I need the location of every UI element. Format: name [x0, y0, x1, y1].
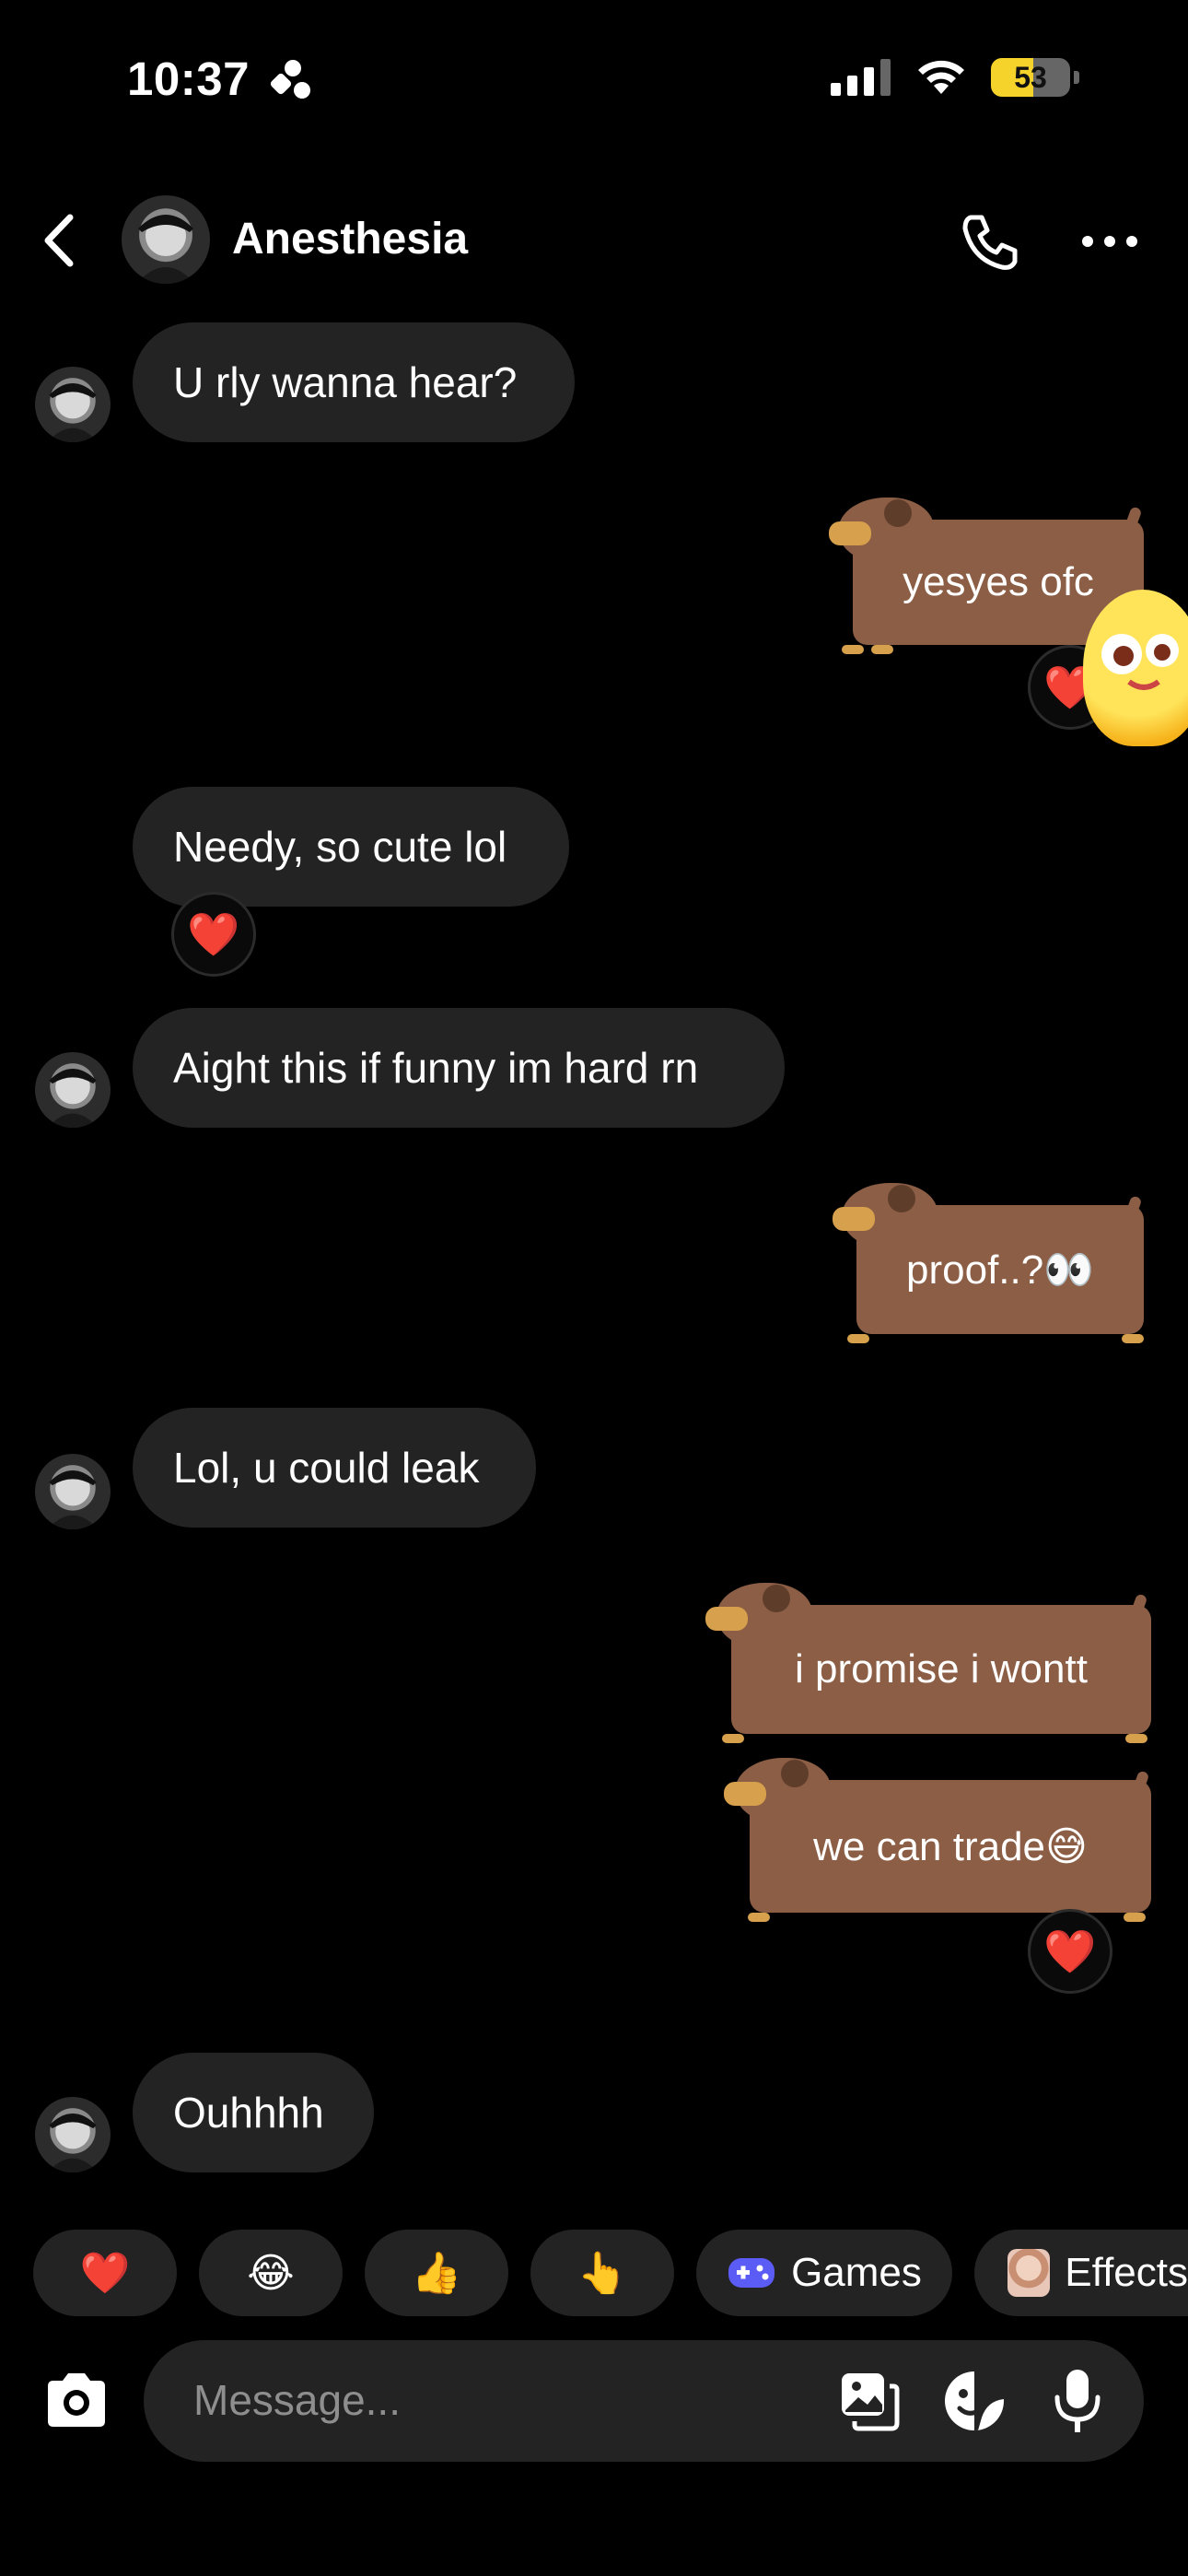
contact-name[interactable]: Anesthesia — [232, 214, 468, 264]
dog-paw — [871, 645, 893, 654]
dog-ear — [884, 499, 912, 527]
message-bubble-incoming[interactable]: Ouhhhh — [133, 2053, 374, 2172]
dog-paw — [1122, 1334, 1144, 1343]
contact-avatar[interactable] — [35, 367, 111, 442]
microphone-icon — [1054, 2370, 1101, 2432]
thumbs-up-emoji: 👍 — [411, 2251, 462, 2296]
dog-paw — [1125, 1734, 1147, 1743]
quick-reaction-thumbs-up[interactable]: 👍 — [365, 2230, 508, 2316]
message-input[interactable]: Message... — [144, 2340, 1144, 2462]
call-button[interactable] — [958, 210, 1022, 275]
laugh-emoji: 😂 — [247, 2250, 295, 2296]
message-bubble-outgoing[interactable]: we can trade😅 — [724, 1758, 1157, 1924]
dog-snout — [829, 521, 871, 545]
effects-button[interactable]: Effects — [974, 2230, 1188, 2316]
more-icon — [1082, 236, 1137, 247]
dog-snout — [833, 1207, 875, 1231]
quick-reaction-heart[interactable]: ❤️ — [33, 2230, 177, 2316]
chevron-left-icon — [44, 214, 74, 267]
quick-reaction-point[interactable]: 👆 — [530, 2230, 674, 2316]
dog-ear — [781, 1760, 809, 1787]
dog-ear — [763, 1585, 790, 1612]
message-text: we can trade😅 — [813, 1823, 1088, 1869]
message-text: Ouhhhh — [173, 2089, 324, 2137]
message-bubble-incoming[interactable]: Needy, so cute lol — [133, 787, 569, 907]
dog-paw — [842, 645, 864, 654]
heart-emoji: ❤️ — [79, 2251, 131, 2296]
sticker-icon — [945, 2371, 1004, 2430]
battery-indicator: 53 — [991, 58, 1070, 97]
more-options-button[interactable] — [1079, 225, 1140, 258]
message-bubble-incoming[interactable]: Lol, u could leak — [133, 1408, 536, 1528]
contact-avatar[interactable] — [35, 1454, 111, 1529]
message-text: yesyes ofc — [903, 559, 1094, 604]
dog-snout — [705, 1607, 748, 1631]
reaction-emoji: ❤️ — [187, 909, 240, 958]
message-bubble-incoming[interactable]: Aight this if funny im hard rn — [133, 1008, 785, 1128]
header-avatar[interactable] — [122, 195, 210, 284]
message-bubble-outgoing[interactable]: i promise i wontt — [705, 1583, 1157, 1745]
message-text: i promise i wontt — [795, 1646, 1088, 1692]
status-indicators: 53 — [831, 57, 1079, 98]
gamepad-icon — [728, 2258, 775, 2288]
gallery-button[interactable] — [836, 2368, 903, 2434]
dog-paw — [847, 1334, 869, 1343]
camera-button[interactable] — [42, 2370, 111, 2430]
effects-label: Effects — [1065, 2250, 1188, 2295]
reaction-emoji: ❤️ — [1043, 1926, 1097, 1975]
battery-nub — [1074, 71, 1079, 84]
games-label: Games — [791, 2250, 922, 2295]
message-reaction[interactable]: ❤️ — [1028, 1909, 1112, 1994]
contact-avatar[interactable] — [35, 2097, 111, 2172]
dog-snout — [724, 1782, 766, 1806]
signal-icon — [831, 59, 891, 96]
dog-paw — [722, 1734, 744, 1743]
microphone-button[interactable] — [1050, 2366, 1105, 2436]
camera-icon — [48, 2373, 105, 2427]
games-button[interactable]: Games — [696, 2230, 952, 2316]
back-button[interactable] — [37, 210, 83, 271]
mascot-sticker — [1083, 590, 1188, 746]
sticker-button[interactable] — [941, 2368, 1007, 2434]
message-bubble-incoming[interactable]: U rly wanna hear? — [133, 322, 575, 442]
dog-paw — [748, 1913, 770, 1922]
effects-thumbnail-icon — [1007, 2249, 1051, 2297]
dog-paw — [1124, 1913, 1146, 1922]
wifi-icon — [918, 60, 964, 94]
message-placeholder: Message... — [193, 2376, 401, 2424]
phone-icon — [962, 215, 1018, 270]
quick-reaction-laugh[interactable]: 😂 — [199, 2230, 343, 2316]
message-text: U rly wanna hear? — [173, 358, 518, 406]
dog-ear — [888, 1185, 915, 1212]
message-text: Aight this if funny im hard rn — [173, 1044, 699, 1092]
point-emoji: 👆 — [577, 2251, 628, 2296]
status-time: 10:37 — [127, 53, 250, 105]
message-text: Lol, u could leak — [173, 1444, 480, 1492]
message-reaction[interactable]: ❤️ — [171, 892, 256, 977]
message-text: proof..?👀 — [906, 1247, 1094, 1293]
contact-avatar[interactable] — [35, 1052, 111, 1128]
message-text: Needy, so cute lol — [173, 823, 507, 871]
message-bubble-outgoing[interactable]: proof..?👀 — [829, 1183, 1151, 1347]
battery-percent: 53 — [1014, 60, 1047, 94]
focus-mode-icon — [267, 59, 315, 101]
gallery-icon — [842, 2373, 900, 2431]
